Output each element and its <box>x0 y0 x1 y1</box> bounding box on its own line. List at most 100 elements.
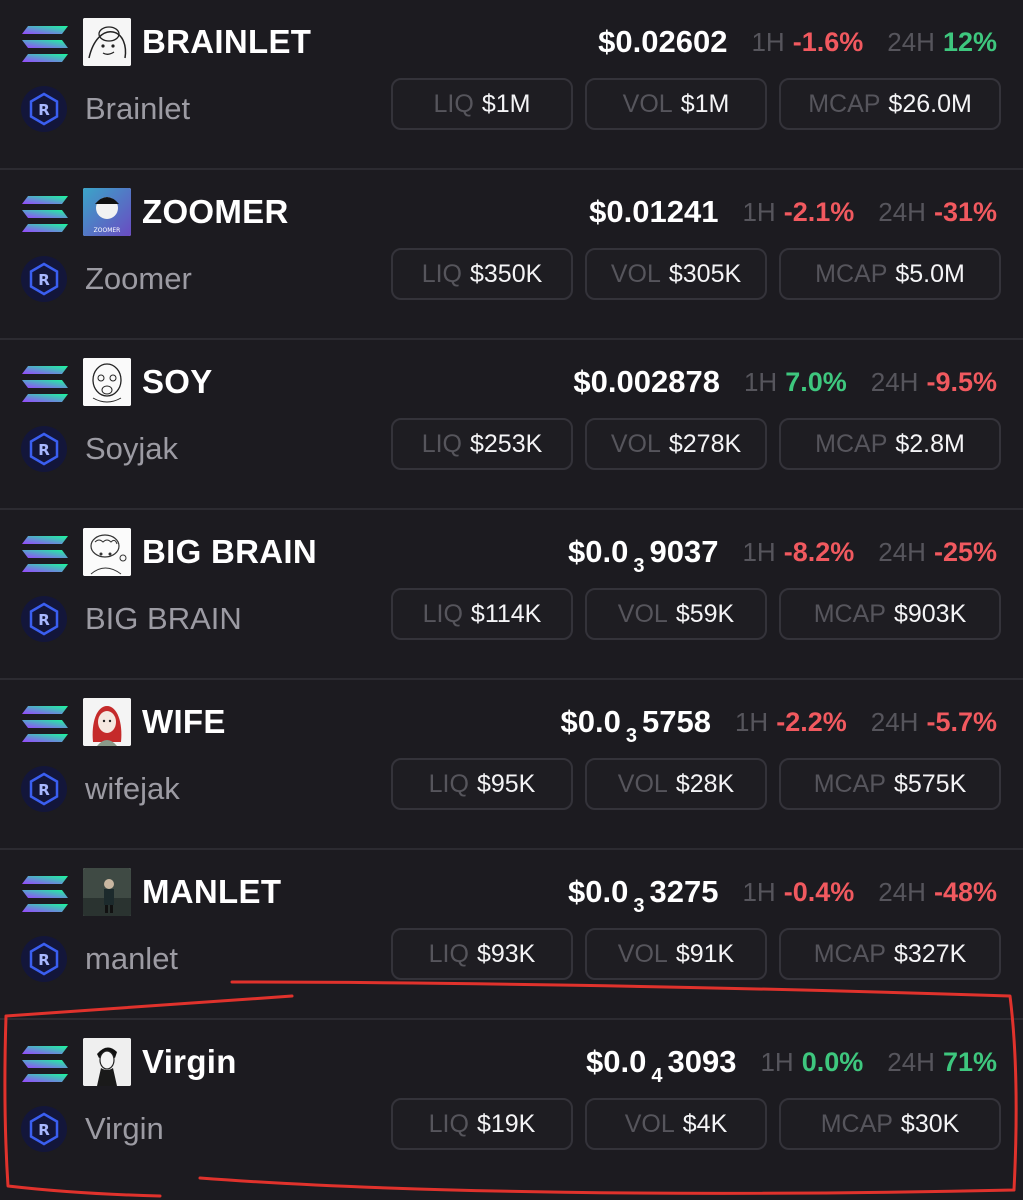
svg-text:R: R <box>38 1121 50 1139</box>
market-cap-stat[interactable]: MCAP $5.0M <box>779 248 1001 300</box>
market-cap-stat[interactable]: MCAP $2.8M <box>779 418 1001 470</box>
liquidity-stat[interactable]: LIQ $350K <box>391 248 573 300</box>
token-name: wifejak <box>85 771 180 806</box>
liq-value: $350K <box>470 259 543 288</box>
token-name: Brainlet <box>85 91 191 126</box>
solana-logo-icon <box>20 194 70 234</box>
mcap-value: $30K <box>900 1109 960 1138</box>
token-stats: LIQ $350K VOL $305K MCAP $5.0M <box>391 248 1001 300</box>
liquidity-stat[interactable]: LIQ $19K <box>391 1098 573 1150</box>
mcap-value: $327K <box>893 939 967 968</box>
token-price: $0.0 4 3093 <box>586 1044 737 1087</box>
liquidity-stat[interactable]: LIQ $114K <box>391 588 573 640</box>
vol-label: VOL <box>617 939 668 968</box>
price-line: $0.002878 1H 7.0% 24H -9.5% <box>573 358 997 406</box>
solana-logo-icon <box>20 1044 70 1084</box>
change-1h: -2.1% <box>783 196 855 227</box>
price-line: $0.0 3 5758 1H -2.2% 24H -5.7% <box>560 698 997 747</box>
raydium-logo-icon: R <box>20 425 68 473</box>
liq-label: LIQ <box>428 939 469 968</box>
token-stats: LIQ $95K VOL $28K MCAP $575K <box>391 758 1001 810</box>
zoomer-avatar-icon: ZOOMER <box>83 188 131 236</box>
volume-stat[interactable]: VOL $305K <box>585 248 767 300</box>
token-price: $0.0 3 3275 <box>568 874 719 917</box>
solana-logo-icon <box>20 24 70 64</box>
vol-value: $1M <box>680 89 730 118</box>
liq-label: LIQ <box>422 599 463 628</box>
raydium-logo-icon: R <box>20 935 68 983</box>
liquidity-stat[interactable]: LIQ $93K <box>391 928 573 980</box>
label-1h: 1H <box>742 196 776 227</box>
change-1h: -1.6% <box>792 26 864 57</box>
token-name: BIG BRAIN <box>85 601 242 636</box>
token-ticker: SOY <box>142 363 213 400</box>
volume-stat[interactable]: VOL $91K <box>585 928 767 980</box>
token-name: manlet <box>85 941 179 976</box>
vol-value: $59K <box>675 599 735 628</box>
change-24h: 71% <box>942 1046 997 1077</box>
mcap-value: $575K <box>893 769 967 798</box>
mcap-value: $2.8M <box>895 429 965 458</box>
label-1h: 1H <box>734 706 769 737</box>
mcap-label: MCAP <box>820 1109 893 1138</box>
volume-stat[interactable]: VOL $59K <box>585 588 767 640</box>
raydium-logo-icon: R <box>20 1105 68 1153</box>
label-24h: 24H <box>878 876 926 907</box>
volume-stat[interactable]: VOL $278K <box>585 418 767 470</box>
token-row-wife[interactable]: WIFE R wifejak $0.0 3 5758 1H -2.2% 24H -5… <box>0 680 1023 850</box>
token-stats: LIQ $253K VOL $278K MCAP $2.8M <box>391 418 1001 470</box>
market-cap-stat[interactable]: MCAP $30K <box>779 1098 1001 1150</box>
token-row-big-brain[interactable]: BIG BRAIN R BIG BRAIN $0.0 3 9037 1H -8.2%… <box>0 510 1023 680</box>
vol-label: VOL <box>617 599 668 628</box>
liq-label: LIQ <box>421 259 462 288</box>
liquidity-stat[interactable]: LIQ $1M <box>391 78 573 130</box>
liq-value: $95K <box>476 769 536 798</box>
liq-value: $1M <box>481 89 531 118</box>
label-24h: 24H <box>878 196 926 227</box>
liquidity-stat[interactable]: LIQ $253K <box>391 418 573 470</box>
change-24h: -25% <box>933 536 997 567</box>
liq-value: $19K <box>476 1109 536 1138</box>
mcap-label: MCAP <box>815 429 888 458</box>
volume-stat[interactable]: VOL $4K <box>585 1098 767 1150</box>
solana-logo-icon <box>20 874 70 914</box>
volume-stat[interactable]: VOL $28K <box>585 758 767 810</box>
change-24h: -9.5% <box>926 366 997 397</box>
token-name: Virgin <box>85 1111 164 1146</box>
volume-stat[interactable]: VOL $1M <box>585 78 767 130</box>
change-24h: -31% <box>933 196 997 227</box>
market-cap-stat[interactable]: MCAP $575K <box>779 758 1001 810</box>
mcap-label: MCAP <box>815 259 888 288</box>
liq-label: LIQ <box>433 89 474 118</box>
token-row-manlet[interactable]: MANLET R manlet $0.0 3 3275 1H -0.4% 24H -… <box>0 850 1023 1020</box>
mcap-value: $5.0M <box>895 259 965 288</box>
virgin-avatar-icon <box>83 1038 131 1086</box>
label-24h: 24H <box>870 366 919 397</box>
price-line: $0.0 4 3093 1H 0.0% 24H 71% <box>586 1038 997 1087</box>
price-line: $0.0 3 3275 1H -0.4% 24H -48% <box>568 868 997 917</box>
market-cap-stat[interactable]: MCAP $903K <box>779 588 1001 640</box>
label-24h: 24H <box>887 1046 935 1077</box>
raydium-logo-icon: R <box>20 595 68 643</box>
token-ticker: WIFE <box>142 703 226 740</box>
token-row-zoomer[interactable]: ZOOMER ZOOMER R Zoomer $0.01241 1H -2.1%… <box>0 170 1023 340</box>
raydium-logo-icon: R <box>20 765 68 813</box>
mcap-label: MCAP <box>813 599 886 628</box>
token-ticker: MANLET <box>142 873 282 910</box>
svg-text:R: R <box>38 951 50 969</box>
liq-value: $253K <box>470 429 543 458</box>
market-cap-stat[interactable]: MCAP $26.0M <box>779 78 1001 130</box>
svg-text:R: R <box>38 611 50 629</box>
change-24h: -48% <box>933 876 997 907</box>
token-row-soy[interactable]: SOY R Soyjak $0.002878 1H 7.0% 24H -9.5%… <box>0 340 1023 510</box>
change-1h: 0.0% <box>801 1046 864 1077</box>
liquidity-stat[interactable]: LIQ $95K <box>391 758 573 810</box>
token-price: $0.0 3 5758 <box>560 704 711 747</box>
price-line: $0.01241 1H -2.1% 24H -31% <box>589 188 997 236</box>
token-row-virgin[interactable]: Virgin R Virgin $0.0 4 3093 1H 0.0% 24H 71… <box>0 1020 1023 1190</box>
token-ticker: ZOOMER <box>142 193 289 230</box>
mcap-value: $26.0M <box>888 89 972 118</box>
label-24h: 24H <box>887 26 935 57</box>
token-row-brainlet[interactable]: BRAINLET R Brainlet $0.02602 1H -1.6% 24… <box>0 0 1023 170</box>
market-cap-stat[interactable]: MCAP $327K <box>779 928 1001 980</box>
